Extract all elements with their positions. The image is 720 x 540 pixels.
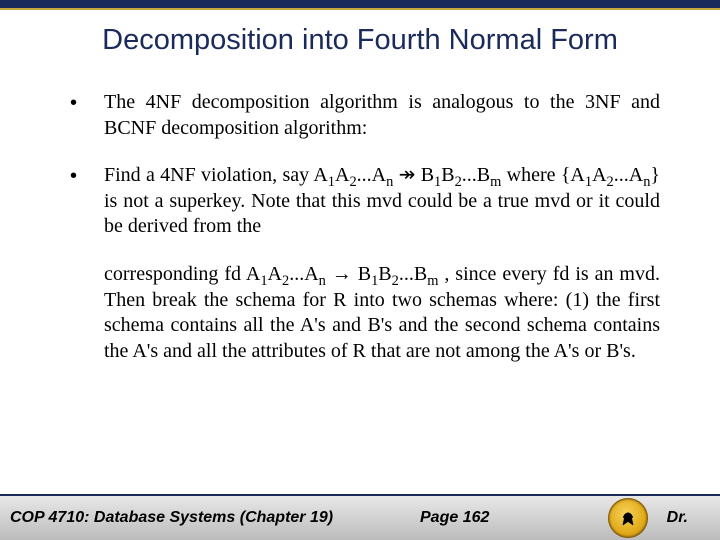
- sub: 2: [607, 174, 614, 190]
- sub: 2: [455, 174, 462, 190]
- t: ...B: [399, 263, 427, 285]
- t: Find a 4NF violation, say A: [104, 164, 328, 186]
- sub: 1: [260, 273, 267, 289]
- t: A: [592, 164, 606, 186]
- t: ...B: [462, 164, 490, 186]
- footer-author: Dr.: [667, 509, 688, 527]
- mvd-arrow: ↠ B: [393, 164, 434, 186]
- bullet-2-continuation: corresponding fd A1A2...An → B1B2...Bm ,…: [104, 262, 660, 364]
- sub: m: [427, 273, 438, 289]
- footer: COP 4710: Database Systems (Chapter 19) …: [10, 496, 710, 540]
- t: ...A: [357, 164, 386, 186]
- sub: m: [490, 174, 501, 190]
- slide-body: • The 4NF decomposition algorithm is ana…: [70, 90, 660, 364]
- t: A: [335, 164, 349, 186]
- t: corresponding fd A: [104, 263, 260, 285]
- t: B: [441, 164, 454, 186]
- t: A: [268, 263, 282, 285]
- bullet-1-text: The 4NF decomposition algorithm is analo…: [104, 90, 660, 141]
- footer-page: Page 162: [420, 509, 489, 527]
- bullet-marker: •: [70, 163, 104, 240]
- bullet-marker: •: [70, 90, 104, 141]
- sub: 1: [585, 174, 592, 190]
- bullet-2-text: Find a 4NF violation, say A1A2...An ↠ B1…: [104, 163, 660, 240]
- slide: Decomposition into Fourth Normal Form • …: [0, 0, 720, 540]
- sub: n: [319, 273, 326, 289]
- top-underline: [0, 8, 720, 10]
- t: where {A: [501, 164, 585, 186]
- bullet-1: • The 4NF decomposition algorithm is ana…: [70, 90, 660, 141]
- bullet-2: • Find a 4NF violation, say A1A2...An ↠ …: [70, 163, 660, 240]
- footer-course: COP 4710: Database Systems (Chapter 19): [10, 509, 333, 527]
- top-band: [0, 0, 720, 8]
- t: ...A: [289, 263, 318, 285]
- fd-arrow: → B: [326, 263, 371, 285]
- sub: 1: [328, 174, 335, 190]
- slide-title: Decomposition into Fourth Normal Form: [0, 24, 720, 57]
- t: ...A: [614, 164, 643, 186]
- sub: 2: [392, 273, 399, 289]
- t: B: [378, 263, 391, 285]
- sub: 2: [349, 174, 356, 190]
